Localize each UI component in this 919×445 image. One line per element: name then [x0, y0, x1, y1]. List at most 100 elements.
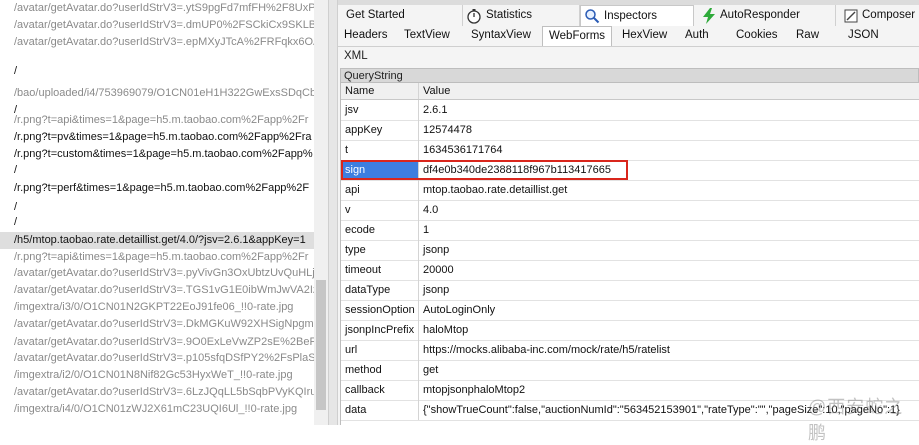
grid-header: Name Value: [341, 83, 919, 100]
param-name: timeout: [341, 260, 419, 280]
composer-icon: [844, 9, 858, 23]
session-row[interactable]: /imgextra/i3/0/O1CN01N2GKPT22EoJ91fe06_!…: [0, 299, 314, 316]
tab-statistics-label: Statistics: [486, 9, 533, 21]
column-header-value[interactable]: Value: [419, 83, 919, 99]
param-value: https://mocks.alibaba-inc.com/mock/rate/…: [423, 344, 670, 356]
splitter[interactable]: [328, 0, 338, 425]
param-value: jsonp: [423, 284, 450, 296]
session-row[interactable]: /r.png?t=api&times=1&page=h5.m.taobao.co…: [0, 249, 314, 266]
param-name: api: [341, 180, 419, 200]
tab-inspectors[interactable]: Inspectors: [580, 5, 694, 26]
session-row[interactable]: /avatar/getAvatar.do?userIdStrV3=.p105sf…: [0, 350, 314, 367]
inspector-tabs: Headers TextView SyntaxView WebForms Hex…: [338, 26, 919, 47]
param-row[interactable]: appKey 12574478: [341, 120, 919, 141]
param-name: sessionOption: [341, 300, 419, 320]
param-row[interactable]: timeout 20000: [341, 260, 919, 281]
param-row[interactable]: url https://mocks.alibaba-inc.com/mock/ra…: [341, 340, 919, 361]
tab-hexview[interactable]: HexView: [616, 26, 673, 45]
tab-json[interactable]: JSON: [842, 26, 885, 45]
session-row[interactable]: /r.png?t=pv&times=1&page=h5.m.taobao.com…: [0, 129, 314, 146]
tab-textview[interactable]: TextView: [398, 26, 456, 45]
session-list-scroll-thumb[interactable]: [316, 280, 326, 410]
param-row[interactable]: api mtop.taobao.rate.detaillist.get: [341, 180, 919, 201]
param-value: AutoLoginOnly: [423, 304, 496, 316]
param-row[interactable]: t 1634536171764: [341, 140, 919, 161]
param-row[interactable]: jsonpIncPrefix haloMtop: [341, 320, 919, 341]
session-row[interactable]: /r.png?t=api&times=1&page=h5.m.taobao.co…: [0, 112, 314, 129]
session-row[interactable]: /avatar/getAvatar.do?userIdStrV3=.pyVivG…: [0, 265, 314, 282]
session-row[interactable]: /imgextra/i4/0/O1CN01zWJ2X61mC23UQI6Ul_!…: [0, 401, 314, 418]
param-name: type: [341, 240, 419, 260]
param-name: method: [341, 360, 419, 380]
param-value: 12574478: [423, 124, 472, 136]
session-row[interactable]: /avatar/getAvatar.do?userIdStrV3=.9O0ExL…: [0, 334, 314, 351]
tab-statistics[interactable]: Statistics: [463, 5, 580, 26]
session-row[interactable]: /h5/mtop.taobao.rate.detaillist.get/4.0/…: [0, 232, 314, 249]
param-name: ecode: [341, 220, 419, 240]
param-name: data: [341, 400, 419, 420]
tab-auth[interactable]: Auth: [679, 26, 715, 45]
annotation-red-box: [341, 160, 628, 180]
param-name: appKey: [341, 120, 419, 140]
param-name: dataType: [341, 280, 419, 300]
session-row[interactable]: /avatar/getAvatar.do?userIdStrV3=.TGS1vG…: [0, 282, 314, 299]
tab-composer[interactable]: Composer: [836, 5, 919, 26]
querystring-section-title: QueryString: [340, 68, 919, 83]
param-value: haloMtop: [423, 324, 469, 336]
param-name: callback: [341, 380, 419, 400]
session-row[interactable]: /bao/uploaded/i4/753969079/O1CN01eH1H322…: [0, 85, 314, 102]
param-value: 1: [423, 224, 430, 236]
session-row[interactable]: /avatar/getAvatar.do?userIdStrV3=.6LzJQq…: [0, 384, 314, 401]
param-name: jsonpIncPrefix: [341, 320, 419, 340]
column-header-name[interactable]: Name: [341, 83, 419, 99]
param-name: t: [341, 140, 419, 160]
param-value: mtop.taobao.rate.detaillist.get: [423, 184, 568, 196]
tab-composer-label: Composer: [862, 9, 916, 21]
session-row[interactable]: /avatar/getAvatar.do?userIdStrV3=.DkMGKu…: [0, 316, 314, 333]
param-value: jsonp: [423, 244, 450, 256]
lightning-icon: [702, 7, 716, 24]
param-row[interactable]: jsv 2.6.1: [341, 100, 919, 121]
tab-webforms[interactable]: WebForms: [542, 26, 613, 46]
param-value: 20000: [423, 264, 454, 276]
param-value: 1634536171764: [423, 144, 503, 156]
session-row[interactable]: /: [0, 162, 314, 179]
tab-xml[interactable]: XML: [338, 46, 919, 66]
session-row[interactable]: /r.png?t=perf&times=1&page=h5.m.taobao.c…: [0, 180, 314, 197]
tab-syntaxview[interactable]: SyntaxView: [465, 26, 537, 45]
param-row[interactable]: sessionOption AutoLoginOnly: [341, 300, 919, 321]
session-row[interactable]: /avatar/getAvatar.do?userIdStrV3=.ytS9pg…: [0, 0, 314, 17]
tab-cookies[interactable]: Cookies: [730, 26, 784, 45]
session-row[interactable]: /r.png?t=custom&times=1&page=h5.m.taobao…: [0, 146, 314, 163]
param-value: get: [423, 364, 439, 376]
session-row[interactable]: /avatar/getAvatar.do?userIdStrV3=.dmUP0%…: [0, 17, 314, 34]
param-value: 2.6.1: [423, 104, 448, 116]
param-name: url: [341, 340, 419, 360]
param-name: jsv: [341, 100, 419, 120]
magnifier-icon: [584, 8, 600, 24]
stopwatch-icon: [466, 8, 482, 24]
session-row[interactable]: /: [0, 214, 314, 231]
param-row[interactable]: ecode 1: [341, 220, 919, 241]
querystring-grid[interactable]: Name Value jsv 2.6.1 appKey 12574478 t 163453…: [340, 83, 919, 425]
param-row[interactable]: method get: [341, 360, 919, 381]
param-row[interactable]: dataType jsonp: [341, 280, 919, 301]
param-name: v: [341, 200, 419, 220]
param-row[interactable]: v 4.0: [341, 200, 919, 221]
param-value: 4.0: [423, 204, 439, 216]
tab-headers[interactable]: Headers: [338, 26, 393, 45]
session-row[interactable]: /: [0, 63, 314, 80]
watermark: @西安蛇之鹏: [808, 397, 904, 443]
tab-get-started-label: Get Started: [346, 9, 405, 21]
param-row[interactable]: type jsonp: [341, 240, 919, 261]
tab-get-started[interactable]: Get Started: [338, 5, 463, 26]
main-tabs: Get Started Statistics Inspectors AutoRe…: [338, 5, 919, 26]
session-list[interactable]: /avatar/getAvatar.do?userIdStrV3=.ytS9pg…: [0, 0, 328, 425]
session-row[interactable]: /avatar/getAvatar.do?userIdStrV3=.epMXyJ…: [0, 34, 314, 51]
tab-autoresponder-label: AutoResponder: [720, 9, 800, 21]
session-row[interactable]: /imgextra/i2/0/O1CN01N8Nif82Gc53HyxWeT_!…: [0, 367, 314, 384]
tab-inspectors-label: Inspectors: [604, 9, 658, 22]
tab-raw[interactable]: Raw: [790, 26, 825, 45]
tab-autoresponder[interactable]: AutoResponder: [694, 5, 836, 26]
inspector-pane: Get Started Statistics Inspectors AutoRe…: [338, 0, 919, 425]
